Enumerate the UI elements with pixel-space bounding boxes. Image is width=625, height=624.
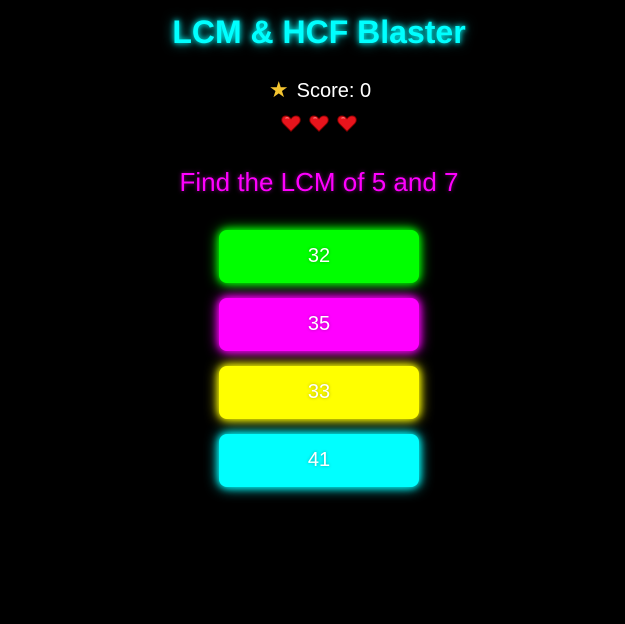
question-text: Find the LCM of 5 and 7 xyxy=(179,167,459,197)
answer-button[interactable]: 33 xyxy=(219,366,419,419)
answer-button[interactable]: 32 xyxy=(219,230,419,283)
star-icon: ★ xyxy=(268,77,289,102)
heart-icon xyxy=(337,115,357,132)
game-screen: LCM & HCF Blaster ★ Score: 0 Find the LCM… xyxy=(0,0,625,624)
answer-button[interactable]: 35 xyxy=(219,298,419,351)
answer-list: 32 35 33 41 xyxy=(219,230,419,502)
score-label: Score: 0 xyxy=(296,80,372,102)
score-display: ★ Score: 0 xyxy=(0,77,625,103)
game-title: LCM & HCF Blaster xyxy=(172,14,466,50)
lives-indicator xyxy=(0,112,625,134)
answer-button[interactable]: 41 xyxy=(219,434,419,487)
heart-icon xyxy=(281,115,301,132)
heart-icon xyxy=(309,115,329,132)
